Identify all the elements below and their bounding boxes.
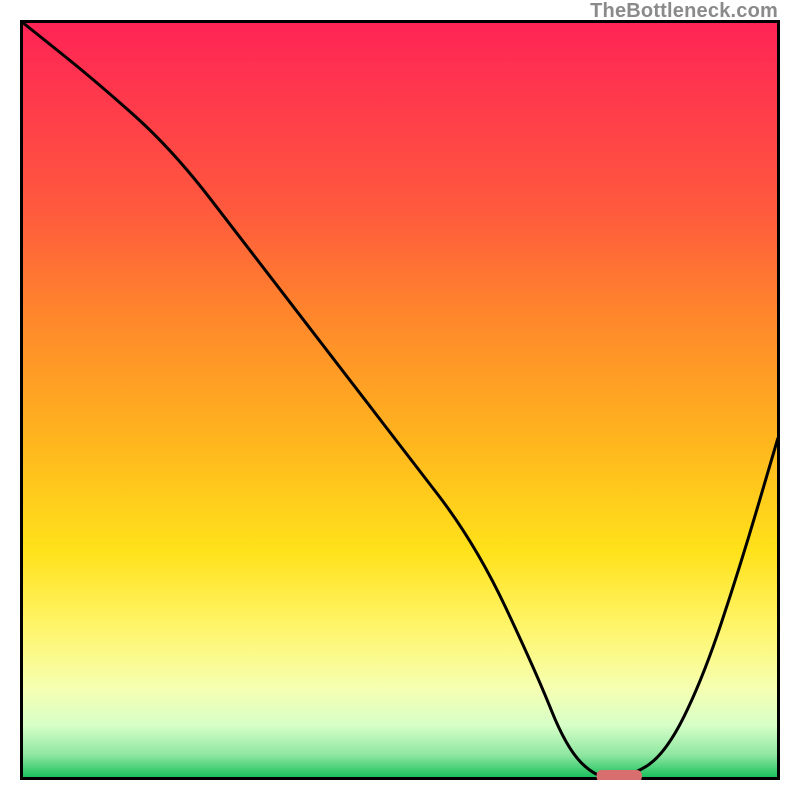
watermark-text: TheBottleneck.com [590,0,778,23]
chart-container [20,20,780,780]
plot-background [22,22,778,778]
optimal-marker [597,770,642,780]
bottleneck-chart [20,20,780,780]
